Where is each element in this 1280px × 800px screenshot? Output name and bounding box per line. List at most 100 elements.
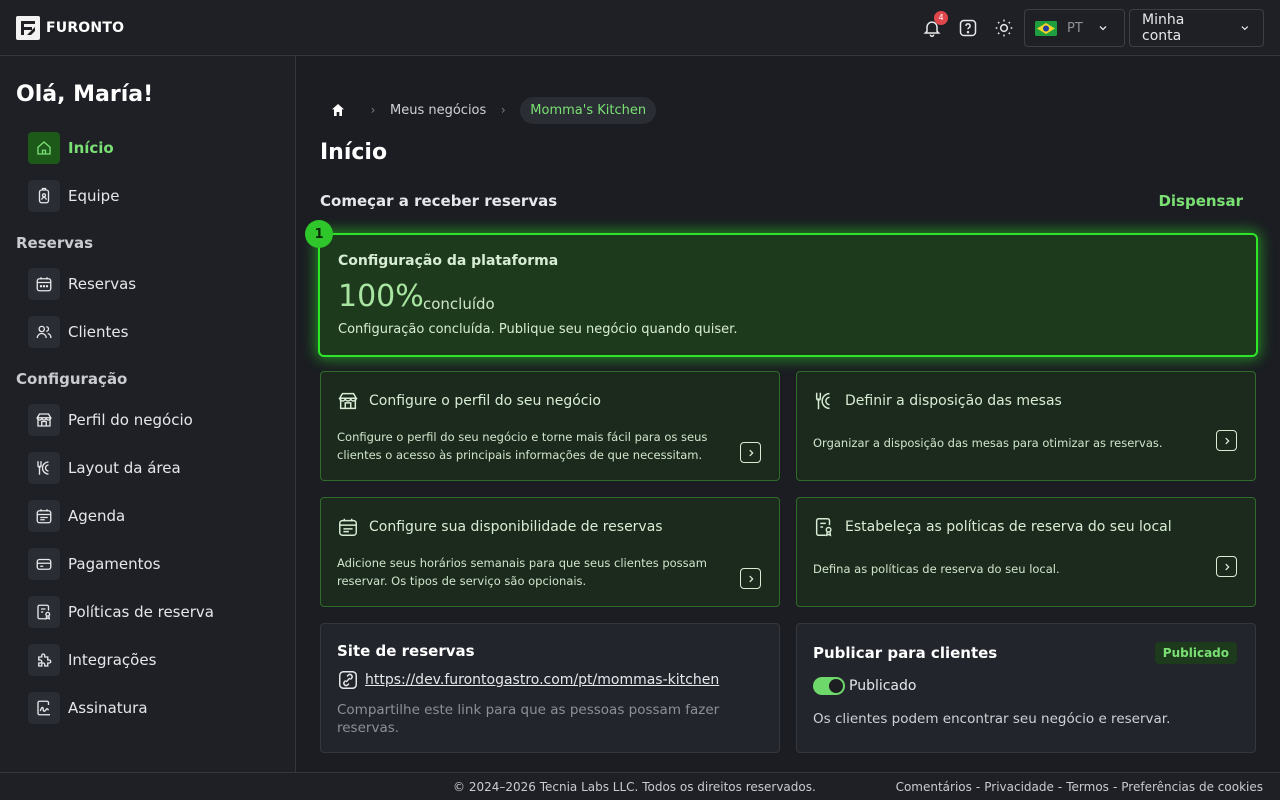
sun-icon	[995, 19, 1013, 37]
language-code: PT	[1067, 20, 1083, 36]
theme-toggle-button[interactable]	[991, 15, 1017, 41]
task-card-arrow-button[interactable]	[1216, 430, 1237, 451]
footer-link-termos[interactable]: Termos	[1066, 780, 1109, 794]
sidebar-item-inicio[interactable]: Início	[28, 132, 114, 164]
task-card-description: Adicione seus horários semanais para que…	[337, 556, 707, 588]
breadcrumb-meus-negocios[interactable]: Meus negócios	[390, 103, 486, 118]
publish-toggle-label: Publicado	[849, 678, 917, 694]
users-icon	[28, 316, 60, 348]
schedule-icon	[339, 518, 357, 536]
step-number-badge: 1	[305, 220, 333, 248]
sidebar-section-configuracao: Configuração	[16, 370, 128, 388]
chevron-down-icon	[1241, 26, 1249, 31]
sidebar-item-label: Assinatura	[68, 699, 148, 717]
link-icon	[339, 671, 357, 689]
sidebar-item-clientes[interactable]: Clientes	[28, 316, 128, 348]
breadcrumb-separator: ›	[500, 103, 506, 117]
task-card-title: Estabeleça as políticas de reserva do se…	[845, 519, 1172, 535]
booking-site-card: Site de reservas https://dev.furontogast…	[320, 623, 780, 753]
language-selector[interactable]: PT	[1024, 9, 1125, 47]
policy-icon	[815, 518, 832, 537]
task-card-table-layout[interactable]: Definir a disposição das mesas Organizar…	[796, 371, 1256, 481]
publish-toggle-row: Publicado	[813, 677, 916, 695]
page-title: Início	[320, 140, 388, 165]
card-icon	[28, 548, 60, 580]
sidebar-item-politicas-de-reserva[interactable]: Políticas de reserva	[28, 596, 214, 628]
task-card-arrow-button[interactable]	[740, 442, 761, 463]
publish-card-title: Publicar para clientes	[813, 644, 998, 662]
sidebar-item-label: Equipe	[68, 187, 120, 205]
sidebar-item-label: Reservas	[68, 275, 137, 293]
home-icon	[332, 104, 344, 116]
notification-count-badge: 4	[934, 11, 948, 25]
top-bar: FURONTO 4 PT Minha conta	[0, 0, 1280, 56]
booking-site-link[interactable]: https://dev.furontogastro.com/pt/mommas-…	[337, 669, 719, 691]
task-card-description: Organizar a disposição das mesas para ot…	[813, 436, 1163, 450]
account-menu-button[interactable]: Minha conta	[1129, 9, 1264, 47]
booking-site-description: Compartilhe este link para que as pessoa…	[337, 702, 720, 736]
footer-link-comentarios[interactable]: Comentários	[896, 780, 972, 794]
policy-icon	[28, 596, 60, 628]
breadcrumb-current[interactable]: Momma's Kitchen	[520, 96, 657, 124]
cutlery-icon	[815, 392, 830, 410]
sidebar-item-equipe[interactable]: Equipe	[28, 180, 119, 212]
sidebar-item-integracoes[interactable]: Integrações	[28, 644, 156, 676]
task-card-description: Defina as políticas de reserva do seu lo…	[813, 562, 1060, 576]
setup-progress-label: concluído	[423, 295, 495, 313]
footer-link-privacidade[interactable]: Privacidade	[984, 780, 1054, 794]
chevron-down-icon	[1099, 26, 1107, 31]
brazil-flag-icon	[1035, 20, 1057, 36]
sidebar-section-reservas: Reservas	[16, 234, 94, 252]
sidebar-item-agenda[interactable]: Agenda	[28, 500, 125, 532]
help-icon	[959, 19, 977, 37]
sidebar-item-label: Clientes	[68, 323, 129, 341]
sidebar-item-pagamentos[interactable]: Pagamentos	[28, 548, 161, 580]
sidebar-item-label: Perfil do negócio	[68, 411, 193, 429]
task-card-policies[interactable]: Estabeleça as políticas de reserva do se…	[796, 497, 1256, 607]
sidebar: Olá, María! Início Equipe Reservas Reser…	[0, 56, 296, 772]
sidebar-item-label: Integrações	[68, 651, 157, 669]
footer-link-cookies[interactable]: Preferências de cookies	[1121, 780, 1263, 794]
breadcrumb-home[interactable]	[320, 96, 356, 124]
greeting: Olá, María!	[16, 82, 154, 107]
booking-site-title: Site de reservas	[337, 642, 475, 660]
sidebar-item-reservas[interactable]: Reservas	[28, 268, 136, 300]
footer: © 2024–2026 Tecnia Labs LLC. Todos os di…	[0, 772, 1280, 800]
chevron-right-icon	[1224, 563, 1230, 570]
notifications-button[interactable]: 4	[919, 11, 948, 41]
copyright-text: © 2024–2026 Tecnia Labs LLC. Todos os di…	[453, 780, 816, 794]
chevron-right-icon	[748, 575, 754, 582]
brand-logo[interactable]: FURONTO	[16, 16, 124, 40]
status-badge: Publicado	[1154, 642, 1237, 664]
help-button[interactable]	[955, 15, 981, 41]
sidebar-item-layout-da-area[interactable]: Layout da área	[28, 452, 181, 484]
footer-links: Comentários - Privacidade - Termos - Pre…	[896, 780, 1263, 794]
sidebar-item-assinatura[interactable]: Assinatura	[28, 692, 148, 724]
calendar-icon	[28, 268, 60, 300]
task-card-arrow-button[interactable]	[740, 568, 761, 589]
booking-site-url[interactable]: https://dev.furontogastro.com/pt/mommas-…	[365, 672, 719, 688]
brand-mark-icon	[16, 16, 40, 40]
dismiss-button[interactable]: Dispensar	[1158, 192, 1243, 210]
breadcrumb: › Meus negócios › Momma's Kitchen	[320, 96, 657, 124]
publish-card: Publicar para clientes Publicado Publica…	[796, 623, 1256, 753]
setup-card-title: Configuração da plataforma	[338, 253, 559, 269]
onboarding-section-title: Começar a receber reservas	[320, 192, 558, 210]
brand-name: FURONTO	[46, 20, 125, 36]
toggle-knob	[829, 679, 843, 693]
task-card-header: Definir a disposição das mesas	[813, 390, 1062, 412]
account-label: Minha conta	[1142, 12, 1185, 44]
signature-icon	[28, 692, 60, 724]
task-card-header: Configure o perfil do seu negócio	[337, 390, 601, 412]
task-card-header: Estabeleça as políticas de reserva do se…	[813, 516, 1172, 538]
task-card-availability[interactable]: Configure sua disponibilidade de reserva…	[320, 497, 780, 607]
badge-icon	[28, 180, 60, 212]
sidebar-item-perfil-do-negocio[interactable]: Perfil do negócio	[28, 404, 193, 436]
task-card-business-profile[interactable]: Configure o perfil do seu negócio Config…	[320, 371, 780, 481]
task-card-arrow-button[interactable]	[1216, 556, 1237, 577]
platform-setup-card: Configuração da plataforma 100% concluíd…	[318, 233, 1258, 357]
breadcrumb-separator: ›	[370, 103, 376, 117]
publish-toggle[interactable]	[813, 677, 845, 695]
sidebar-item-label: Início	[68, 139, 114, 157]
setup-progress-percent: 100%	[338, 279, 424, 314]
